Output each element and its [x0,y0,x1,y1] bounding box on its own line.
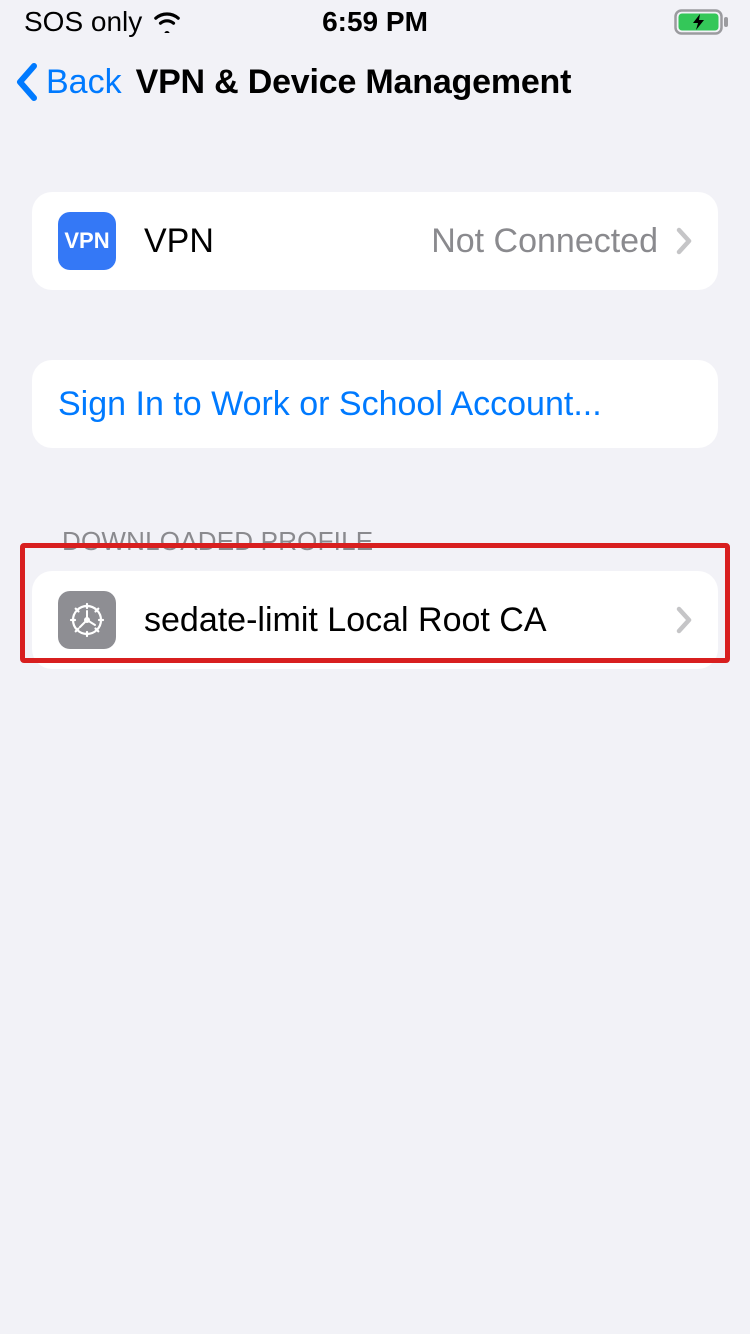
gear-icon [58,591,116,649]
status-bar: SOS only 6:59 PM [0,0,750,44]
vpn-badge-icon: VPN [58,212,116,270]
chevron-right-icon [676,606,692,634]
vpn-row[interactable]: VPN VPN Not Connected [32,192,718,290]
nav-bar: Back VPN & Device Management [0,44,750,122]
vpn-status-value: Not Connected [431,222,658,261]
page-title: VPN & Device Management [136,63,572,102]
wifi-icon [152,11,182,33]
downloaded-profile-header: DOWNLOADED PROFILE [32,526,718,571]
sign-in-work-school-row[interactable]: Sign In to Work or School Account... [32,360,718,448]
back-chevron-icon[interactable] [14,62,40,102]
battery-charging-icon [674,9,730,35]
sign-in-label: Sign In to Work or School Account... [58,385,602,424]
vpn-label: VPN [144,222,214,261]
chevron-right-icon [676,227,692,255]
profile-name: sedate-limit Local Root CA [144,601,676,640]
back-button[interactable]: Back [46,63,122,102]
clock: 6:59 PM [322,6,428,38]
carrier-text: SOS only [24,6,142,38]
downloaded-profile-row[interactable]: sedate-limit Local Root CA [32,571,718,669]
